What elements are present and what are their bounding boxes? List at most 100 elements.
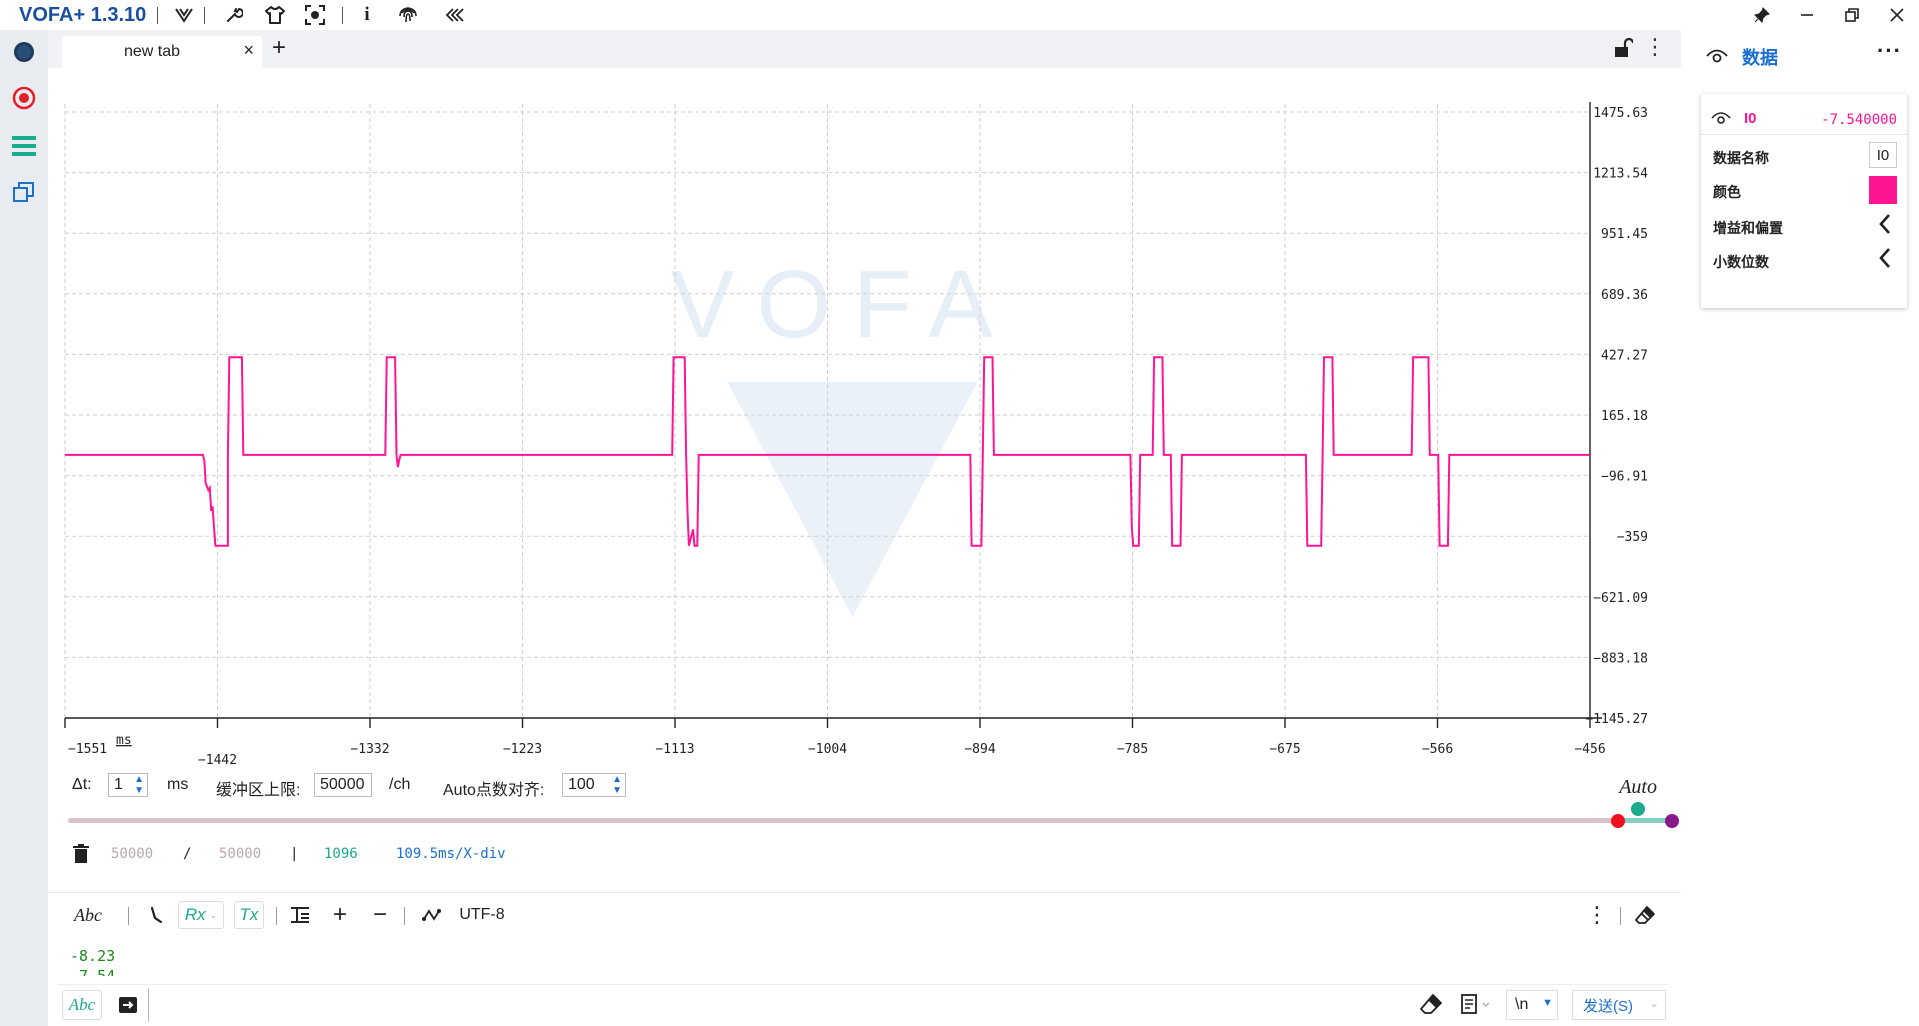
toolbar-separator [404, 907, 405, 925]
buffer-value: 50000 [320, 776, 365, 793]
tab-label: new tab [124, 43, 181, 60]
title-bar: VOFA+ 1.3.10 i [0, 0, 1919, 30]
x-tick-label: −894 [964, 742, 995, 757]
restore-icon[interactable] [1837, 3, 1867, 27]
rx-line: -8.23 [70, 947, 116, 965]
close-icon[interactable] [1882, 3, 1912, 27]
waveform-plot[interactable]: VOFA 1475.63 1213.54 951.45 689.36 427.27 165.… [48, 68, 1681, 766]
y-tick-label: −359 [1617, 530, 1648, 545]
auto-align-label: Auto点数对齐: [443, 782, 545, 799]
color-swatch[interactable] [1869, 176, 1897, 204]
info-icon[interactable]: i [354, 3, 380, 27]
tx-toggle-button[interactable]: Tx [234, 901, 264, 929]
y-tick-label: −621.09 [1593, 591, 1648, 606]
toolbar-separator [157, 7, 158, 24]
channel-name: I0 [1744, 110, 1757, 127]
collapse-icon[interactable] [442, 3, 468, 27]
watermark-text: VOFA [670, 251, 1014, 358]
dropdown-arrow-icon: ▼ [1542, 997, 1553, 1009]
data-name-value: I0 [1876, 146, 1890, 164]
history-icon[interactable] [1460, 993, 1494, 1017]
chevron-left-icon[interactable] [1877, 246, 1893, 270]
send-input[interactable] [148, 988, 1448, 1022]
wrench-icon[interactable] [221, 3, 247, 27]
zoom-out-button[interactable]: − [368, 901, 392, 929]
x-tick-label: −675 [1269, 742, 1300, 757]
toolbar-separator [128, 907, 129, 925]
x-tick-label: −1223 [503, 742, 542, 757]
toolbar-separator [342, 7, 343, 24]
stats-slash: / [183, 846, 192, 862]
tab-close-button[interactable]: × [243, 40, 254, 61]
add-tab-button[interactable]: + [272, 34, 286, 62]
tab-more-button[interactable]: ⋮ [1644, 34, 1666, 60]
trash-icon[interactable] [72, 844, 90, 864]
stats-pipe: | [290, 846, 299, 862]
y-tick-label: 165.18 [1601, 409, 1648, 424]
minimize-icon[interactable] [1792, 3, 1822, 27]
slider-start-handle[interactable] [1611, 814, 1625, 828]
auto-label[interactable]: Auto [1619, 776, 1657, 799]
eye-icon[interactable] [1711, 110, 1731, 126]
spin-arrows-icon[interactable]: ▲ ▼ [612, 774, 622, 796]
slider-end-handle[interactable] [1665, 814, 1679, 828]
x-tick-label: −1551 [68, 742, 107, 757]
file-import-icon[interactable] [118, 995, 140, 1015]
send-format-button[interactable]: Abc [62, 990, 102, 1020]
rx-toggle-button[interactable]: Rx ⌄ [178, 901, 224, 929]
x-tick-label: −1004 [808, 742, 847, 757]
pin-icon[interactable] [1747, 3, 1777, 27]
connection-status-icon[interactable] [10, 38, 38, 66]
send-area: Abc \n ▼ 发送(S) ⌄ [48, 976, 1681, 1026]
watermark-logo [727, 382, 978, 617]
y-tick-label: 1475.63 [1593, 106, 1648, 121]
points-count: 1096 [324, 846, 358, 862]
rx-more-button[interactable]: ⋮ [1586, 901, 1608, 929]
y-tick-label: 1213.54 [1593, 167, 1648, 182]
record-icon[interactable] [10, 84, 38, 112]
zoom-in-button[interactable]: + [328, 901, 352, 929]
tab-new-tab[interactable]: new tab × [62, 36, 262, 68]
vofa-logo-icon[interactable] [171, 3, 197, 27]
encoding-label[interactable]: UTF-8 [454, 901, 510, 929]
chart-svg[interactable]: VOFA 1475.63 1213.54 951.45 689.36 427.27 165.… [48, 68, 1681, 766]
dt-label: Δt: [72, 776, 92, 793]
y-tick-label: −1145.27 [1585, 712, 1648, 727]
send-button-label: 发送(S) [1583, 997, 1633, 1015]
panel-more-button[interactable]: ··· [1877, 38, 1902, 64]
slider-position-handle[interactable] [1631, 802, 1645, 816]
buffer-unit: /ch [389, 776, 411, 793]
rx-label: Rx [184, 905, 206, 924]
abc-format-button[interactable]: Abc [66, 901, 110, 929]
hook-icon[interactable] [144, 901, 168, 929]
eraser-icon[interactable] [1633, 901, 1657, 929]
clear-send-icon[interactable] [1420, 994, 1444, 1016]
y-tick-label: −96.91 [1601, 470, 1648, 485]
chevron-down-icon: ⌄ [209, 909, 218, 920]
auto-align-spinbox[interactable]: 100 ▲ ▼ [562, 773, 626, 797]
windows-icon[interactable] [10, 178, 38, 206]
panel-title: 数据 [1742, 48, 1778, 68]
x-tick-label: −1113 [655, 742, 694, 757]
spin-arrows-icon[interactable]: ▲ ▼ [134, 774, 144, 796]
menu-list-icon[interactable] [10, 132, 38, 160]
data-name-input[interactable]: I0 [1869, 142, 1897, 168]
chevron-left-icon[interactable] [1877, 212, 1893, 236]
timeline-slider-track[interactable] [68, 818, 1668, 823]
protocol-icon[interactable] [420, 901, 444, 929]
fingerprint-icon[interactable] [395, 3, 421, 27]
newline-select[interactable]: \n ▼ [1506, 990, 1558, 1020]
capture-icon[interactable] [302, 3, 328, 27]
y-tick-label: 951.45 [1601, 227, 1648, 242]
x-tick-label: −566 [1422, 742, 1453, 757]
auto-align-value: 100 [568, 776, 595, 793]
eye-icon[interactable] [1706, 47, 1728, 65]
color-label: 颜色 [1713, 184, 1741, 200]
dt-spinbox[interactable]: 1 ▲ ▼ [108, 773, 148, 797]
text-format-icon[interactable] [288, 901, 312, 929]
shirt-icon[interactable] [262, 3, 288, 27]
buffer-input[interactable]: 50000 [314, 773, 372, 797]
unlock-icon[interactable] [1613, 37, 1635, 59]
send-button[interactable]: 发送(S) ⌄ [1572, 990, 1666, 1020]
buffer-count: 50000 [111, 846, 154, 862]
